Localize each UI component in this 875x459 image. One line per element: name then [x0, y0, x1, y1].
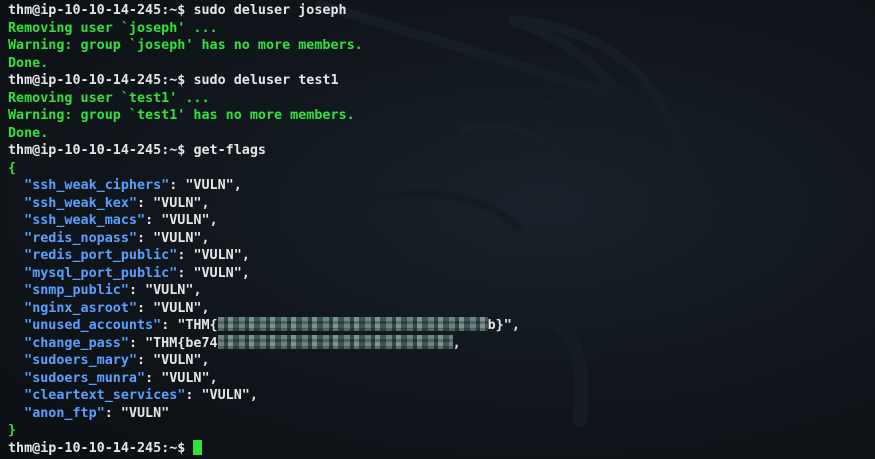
json-entry-change-pass: "change_pass": "THM{be74,	[24, 334, 461, 351]
json-key: snmp_public	[32, 283, 121, 298]
json-value: "VULN"	[201, 388, 250, 403]
json-value: "VULN"	[193, 265, 242, 281]
prompt-user-host: thm@ip-10-10-14-245	[8, 143, 162, 158]
json-comma: ,	[241, 265, 250, 281]
json-key: mysql_port_public	[32, 265, 170, 281]
json-entry-mysql-port-public: "mysql_port_public": "VULN",	[24, 265, 250, 281]
prompt-user-host: thm@ip-10-10-14-245	[8, 3, 162, 18]
json-value: "VULN"	[185, 178, 234, 193]
json-comma: ,	[452, 335, 461, 351]
json-comma: ,	[193, 283, 202, 298]
json-comma: ,	[233, 178, 242, 193]
command-text: sudo deluser joseph	[193, 3, 347, 18]
json-entry-snmp-public: "snmp_public": "VULN",	[24, 283, 202, 298]
command-text: get-flags	[193, 143, 266, 158]
json-entry-ssh-weak-ciphers: "ssh_weak_ciphers": "VULN",	[24, 178, 242, 193]
json-key: unused_accounts	[32, 318, 154, 333]
json-comma: ,	[201, 353, 210, 368]
json-entry-sudoers-mary: "sudoers_mary": "VULN",	[24, 353, 210, 368]
prompt-separator: :~$	[161, 440, 194, 456]
prompt-user-host: thm@ip-10-10-14-245	[8, 73, 162, 88]
json-key: anon_ftp	[32, 405, 97, 421]
json-value-prefix: "THM{be74	[145, 335, 218, 351]
terminal-cursor	[193, 439, 203, 455]
json-entry-unused-accounts: "unused_accounts": "THM{b}",	[24, 317, 520, 333]
json-value: "VULN"	[161, 370, 210, 386]
prompt-separator: :~$	[161, 143, 194, 158]
prompt-separator: :~$	[161, 3, 194, 18]
json-entry-redis-port-public: "redis_port_public": "VULN",	[24, 248, 250, 263]
json-entry-ssh-weak-kex: "ssh_weak_kex": "VULN",	[24, 195, 210, 211]
json-comma: ,	[511, 318, 520, 333]
json-comma: ,	[201, 195, 210, 211]
prompt-separator: :~$	[161, 73, 194, 88]
json-value: "VULN"	[193, 248, 242, 263]
output-line: Warning: group `test1' has no more membe…	[8, 108, 355, 123]
redacted-flag	[217, 334, 453, 349]
json-open-brace: {	[8, 160, 17, 176]
json-key: redis_port_public	[32, 248, 170, 263]
json-comma: ,	[249, 388, 258, 403]
json-key: ssh_weak_kex	[32, 195, 129, 211]
json-comma: ,	[209, 370, 218, 386]
json-value: "VULN"	[153, 195, 202, 211]
command-line: thm@ip-10-10-14-245:~$ sudo deluser test…	[8, 72, 875, 90]
json-value: "VULN"	[145, 283, 194, 298]
json-entry-ssh-weak-macs: "ssh_weak_macs": "VULN",	[24, 213, 218, 228]
json-key: redis_nopass	[32, 230, 129, 246]
json-entry-sudoers-munra: "sudoers_munra": "VULN",	[24, 370, 218, 386]
json-entry-redis-nopass: "redis_nopass": "VULN",	[24, 230, 210, 246]
json-value: "VULN"	[153, 353, 202, 368]
output-line: Warning: group `joseph' has no more memb…	[8, 38, 363, 53]
output-line: Done.	[8, 125, 49, 141]
json-key: nginx_asroot	[32, 300, 129, 316]
prompt-user-host: thm@ip-10-10-14-245	[8, 440, 162, 456]
json-comma: ,	[209, 213, 218, 228]
command-line: thm@ip-10-10-14-245:~$ get-flags	[8, 142, 875, 160]
command-line: thm@ip-10-10-14-245:~$ sudo deluser jose…	[8, 2, 875, 20]
json-close-brace: }	[8, 423, 17, 438]
json-key: cleartext_services	[32, 388, 178, 403]
json-key: sudoers_munra	[32, 370, 137, 386]
json-value-suffix: b}"	[487, 318, 512, 333]
json-entry-anon-ftp: "anon_ftp": "VULN"	[24, 405, 170, 421]
json-comma: ,	[241, 248, 250, 263]
json-comma: ,	[201, 230, 210, 246]
json-comma: ,	[201, 300, 210, 316]
json-key: sudoers_mary	[32, 353, 129, 368]
terminal-output: thm@ip-10-10-14-245:~$ sudo deluser jose…	[8, 2, 875, 457]
command-text: sudo deluser test1	[193, 73, 339, 88]
output-line: Removing user `joseph' ...	[8, 20, 218, 36]
json-entries: "ssh_weak_ciphers": "VULN", "ssh_weak_ke…	[8, 177, 875, 422]
json-key: ssh_weak_ciphers	[32, 178, 162, 193]
json-key: change_pass	[32, 335, 121, 351]
terminal-window[interactable]: thm@ip-10-10-14-245:~$ sudo deluser jose…	[0, 0, 875, 459]
json-value: "VULN"	[120, 405, 170, 421]
json-entry-nginx-asroot: "nginx_asroot": "VULN",	[24, 300, 210, 316]
json-value: "VULN"	[161, 213, 210, 228]
json-key: ssh_weak_macs	[32, 213, 137, 228]
output-line: Removing user `test1' ...	[8, 90, 210, 106]
json-value: "VULN"	[153, 300, 202, 316]
json-entry-cleartext-services: "cleartext_services": "VULN",	[24, 388, 258, 403]
active-command-line[interactable]: thm@ip-10-10-14-245:~$	[8, 439, 875, 458]
json-value-prefix: "THM{	[177, 318, 218, 333]
redacted-flag	[217, 317, 488, 331]
json-value: "VULN"	[153, 230, 202, 246]
output-line: Done.	[8, 55, 49, 71]
